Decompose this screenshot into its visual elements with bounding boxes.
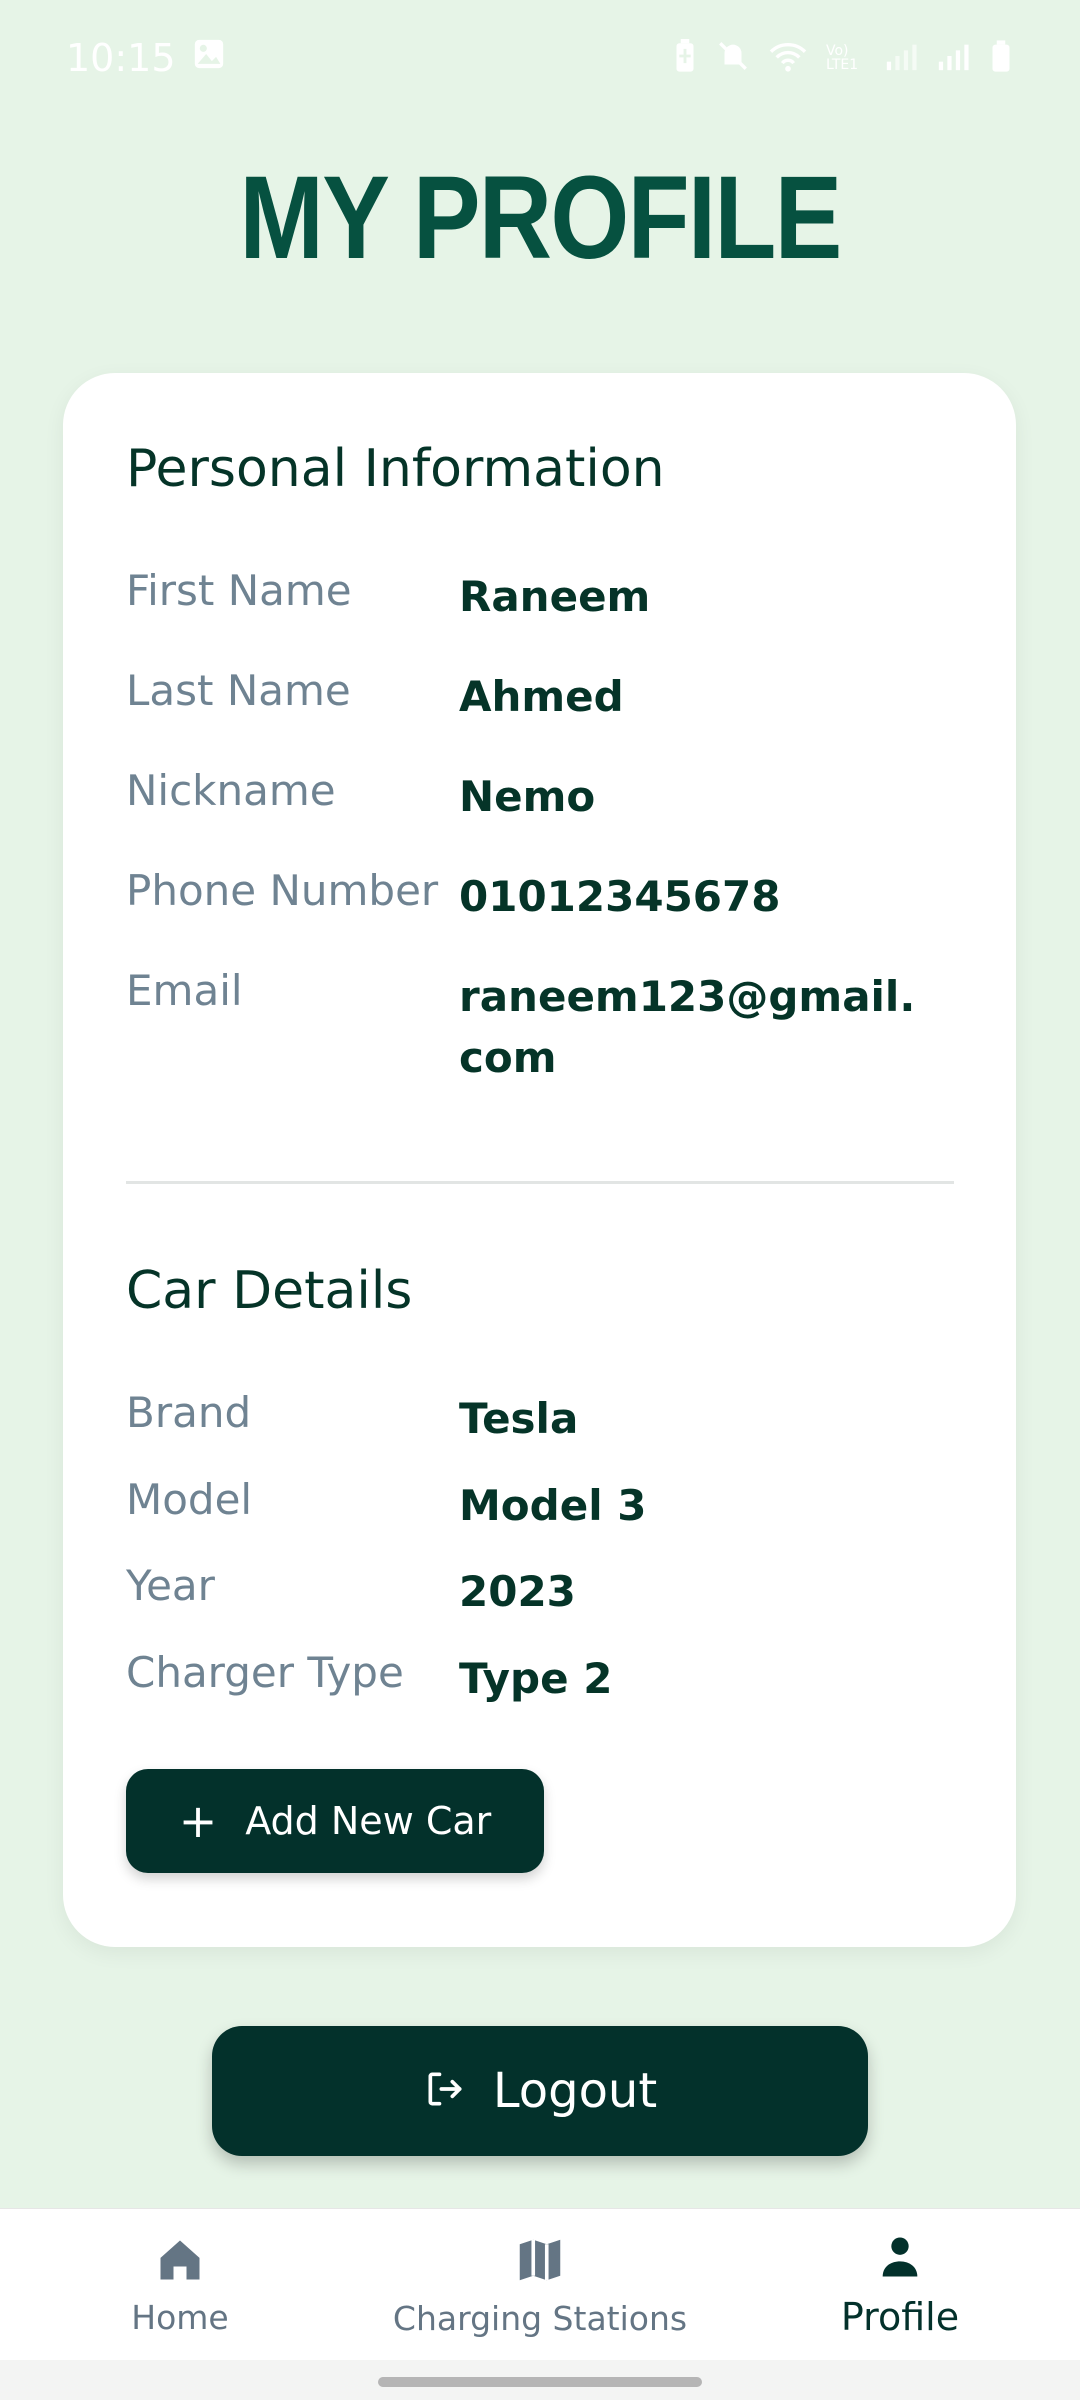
signal-icon-1 bbox=[884, 39, 918, 77]
nav-item-home[interactable]: Home bbox=[80, 2209, 280, 2361]
nav-label: Charging Stations bbox=[392, 2298, 688, 2338]
field-value: Type 2 bbox=[459, 1654, 613, 1703]
person-icon bbox=[872, 2231, 928, 2287]
field-value: 2023 bbox=[459, 1567, 576, 1616]
field-value: 01012345678 bbox=[459, 872, 781, 921]
wifi-icon bbox=[768, 39, 808, 77]
page-title: MY PROFILE bbox=[239, 152, 842, 284]
nav-item-charging-stations[interactable]: Charging Stations bbox=[370, 2209, 710, 2361]
gallery-notification-icon bbox=[192, 36, 226, 80]
status-right: Vo) LTE1 bbox=[672, 39, 1014, 77]
field-label: Nickname bbox=[126, 766, 336, 815]
logout-icon bbox=[423, 2067, 467, 2115]
field-value: raneem123@gmail.com bbox=[459, 972, 916, 1082]
signal-icon-2 bbox=[936, 39, 970, 77]
nav-label: Home bbox=[131, 2297, 229, 2337]
field-label: Model bbox=[126, 1475, 253, 1524]
home-icon bbox=[152, 2234, 208, 2290]
bottom-nav: Home Charging Stations Profile bbox=[0, 2208, 1080, 2361]
nav-item-profile[interactable]: Profile bbox=[800, 2209, 1000, 2361]
field-value: Model 3 bbox=[459, 1481, 647, 1530]
battery-icon bbox=[988, 39, 1014, 77]
field-label: First Name bbox=[126, 566, 352, 615]
battery-saver-icon bbox=[672, 39, 698, 77]
field-label: Year bbox=[126, 1561, 215, 1610]
field-label: Last Name bbox=[126, 666, 351, 715]
gesture-handle[interactable] bbox=[378, 2377, 702, 2387]
status-bar: 10:15 Vo) LTE1 bbox=[0, 0, 1080, 116]
map-icon bbox=[513, 2233, 567, 2291]
field-value: Tesla bbox=[459, 1394, 579, 1443]
network-label: Vo) LTE1 bbox=[826, 43, 859, 73]
plus-icon: + bbox=[178, 1794, 218, 1848]
car-details-title: Car Details bbox=[126, 1261, 413, 1321]
status-time: 10:15 bbox=[66, 36, 176, 80]
profile-card: Personal Information First Name Raneem L… bbox=[63, 373, 1016, 1947]
logout-button[interactable]: Logout bbox=[212, 2026, 868, 2156]
field-value: Nemo bbox=[459, 772, 596, 821]
field-label: Phone Number bbox=[126, 866, 439, 915]
field-value: Ahmed bbox=[459, 672, 624, 721]
field-value: Raneem bbox=[459, 572, 651, 621]
field-label: Brand bbox=[126, 1388, 252, 1437]
mute-icon bbox=[716, 39, 750, 77]
logout-label: Logout bbox=[492, 2063, 658, 2119]
status-left: 10:15 bbox=[66, 36, 226, 80]
nav-label: Profile bbox=[840, 2295, 960, 2339]
field-label: Email bbox=[126, 966, 243, 1015]
section-divider bbox=[126, 1181, 954, 1184]
field-label: Charger Type bbox=[126, 1648, 404, 1697]
add-new-car-button[interactable]: + Add New Car bbox=[126, 1769, 544, 1873]
personal-info-title: Personal Information bbox=[126, 439, 665, 499]
add-new-car-label: Add New Car bbox=[245, 1799, 492, 1843]
